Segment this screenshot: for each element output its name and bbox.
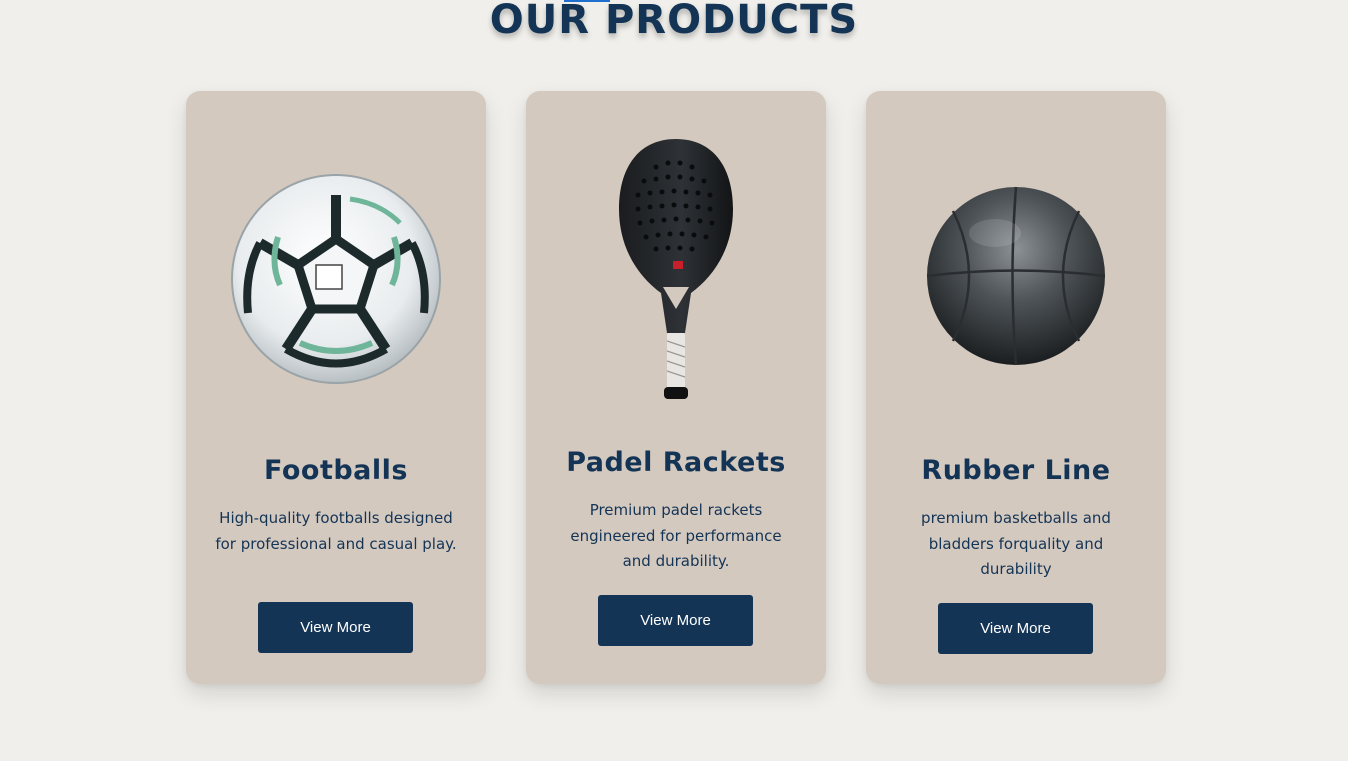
view-more-button-rubber-line[interactable]: View More xyxy=(938,603,1093,654)
product-description: Premium padel rackets engineered for per… xyxy=(570,501,782,570)
product-image-padel-racket xyxy=(526,137,826,403)
view-more-button-padel-rackets[interactable]: View More xyxy=(598,595,753,646)
rubber-ball-icon xyxy=(926,186,1106,366)
product-image-football xyxy=(186,173,486,385)
product-card-padel-rackets: Padel Rackets Premium padel rackets engi… xyxy=(526,91,826,684)
product-title: Footballs xyxy=(264,455,408,486)
product-description: High-quality footballs designed for prof… xyxy=(215,509,457,553)
products-section: OUR PRODUCTS Footballs High-quality foot… xyxy=(0,0,1348,761)
product-card-footballs: Footballs High-quality footballs designe… xyxy=(186,91,486,684)
football-icon xyxy=(231,174,441,384)
padel-racket-icon xyxy=(619,139,733,399)
product-description: premium basketballs and bladders forqual… xyxy=(921,509,1111,578)
product-title: Rubber Line xyxy=(921,455,1111,486)
section-title: OUR PRODUCTS xyxy=(489,0,859,43)
product-title: Padel Rackets xyxy=(566,447,786,478)
product-image-rubber-ball xyxy=(866,185,1166,367)
product-card-rubber-line: Rubber Line premium basketballs and blad… xyxy=(866,91,1166,684)
view-more-button-footballs[interactable]: View More xyxy=(258,602,413,653)
